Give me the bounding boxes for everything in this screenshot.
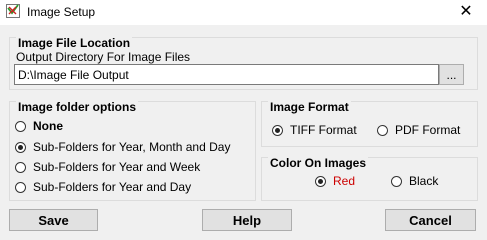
folder-options-title: Image folder options [16,100,139,114]
window-title: Image Setup [27,5,96,19]
radio-folder-none[interactable]: None [15,119,63,133]
close-icon[interactable]: ✕ [453,1,479,23]
radio-color-red[interactable]: Red [315,174,355,188]
color-title: Color On Images [268,156,369,170]
radio-folder-year-day[interactable]: Sub-Folders for Year and Day [15,180,191,194]
radio-folder-year-week[interactable]: Sub-Folders for Year and Week [15,160,200,174]
color-group: Color On Images [261,156,478,201]
radio-label: None [33,119,63,133]
radio-label: Red [333,174,356,188]
image-format-title: Image Format [268,100,351,114]
file-location-title: Image File Location [16,36,133,50]
radio-button-icon [15,120,26,132]
output-directory-label: Output Directory For Image Files [16,50,191,64]
radio-color-black[interactable]: Black [391,174,438,188]
cancel-button[interactable]: Cancel [385,209,476,231]
radio-label: Black [409,174,439,188]
app-icon [6,4,20,18]
radio-label: Sub-Folders for Year and Week [33,160,201,174]
radio-label: TIFF Format [290,123,357,137]
radio-button-icon [391,175,402,187]
radio-label: Sub-Folders for Year and Day [33,180,192,194]
radio-button-icon [15,141,26,153]
radio-button-icon [15,181,26,193]
title-bar: Image Setup ✕ [0,0,487,25]
save-button[interactable]: Save [9,209,98,231]
radio-label: PDF Format [395,123,461,137]
radio-format-pdf[interactable]: PDF Format [377,123,460,137]
radio-label: Sub-Folders for Year, Month and Day [33,140,231,154]
radio-button-icon [15,161,26,173]
browse-button[interactable]: ... [439,64,464,85]
radio-folder-year-month-day[interactable]: Sub-Folders for Year, Month and Day [15,140,230,154]
help-button[interactable]: Help [202,209,292,231]
radio-format-tiff[interactable]: TIFF Format [272,123,357,137]
radio-button-icon [315,175,326,187]
radio-button-icon [377,124,388,136]
output-directory-input[interactable] [14,64,439,85]
radio-button-icon [272,124,283,136]
